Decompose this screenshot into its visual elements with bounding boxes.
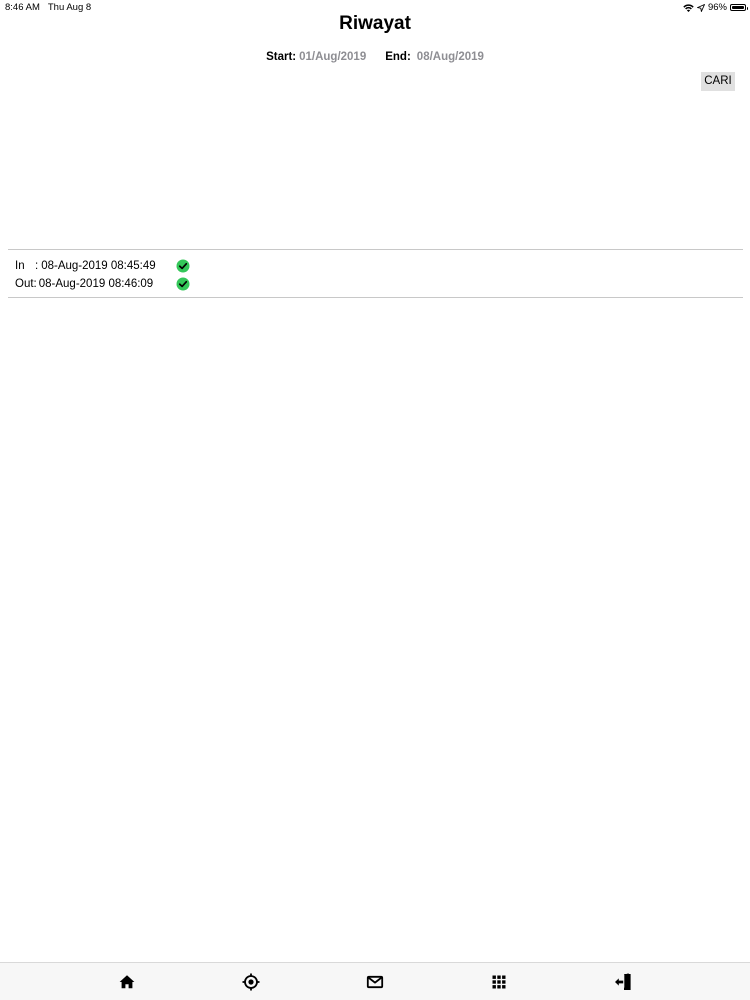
tab-home[interactable] bbox=[117, 972, 137, 992]
check-circle-icon bbox=[176, 259, 190, 273]
out-label: Out bbox=[15, 278, 34, 290]
logout-icon bbox=[615, 973, 631, 990]
status-time: 8:46 AM bbox=[5, 2, 40, 13]
location-arrow-icon bbox=[697, 3, 705, 12]
start-date-label: Start: bbox=[266, 51, 297, 63]
battery-fill bbox=[732, 6, 744, 9]
grid-menu-icon bbox=[492, 975, 506, 989]
page-title: Riwayat bbox=[339, 13, 411, 34]
start-date-field[interactable]: 01/Aug/2019 bbox=[299, 51, 366, 63]
tab-menu[interactable] bbox=[489, 972, 509, 992]
history-out-row: Out: 08-Aug-2019 08:46:09 bbox=[15, 277, 153, 291]
end-date-field[interactable]: 08/Aug/2019 bbox=[417, 51, 484, 63]
battery-icon bbox=[730, 4, 748, 11]
search-button[interactable]: CARI bbox=[701, 72, 735, 91]
start-date-group: Start: 01/Aug/2019 bbox=[266, 51, 366, 63]
tab-logout[interactable] bbox=[613, 972, 633, 992]
history-list: In:08-Aug-2019 08:45:49 Out: 08-Aug-2019 … bbox=[8, 249, 743, 298]
tab-location[interactable] bbox=[241, 972, 261, 992]
check-circle-icon bbox=[176, 277, 190, 291]
in-time: 08-Aug-2019 08:45:49 bbox=[41, 260, 156, 272]
tab-mail[interactable] bbox=[365, 972, 385, 992]
in-separator: : bbox=[35, 260, 39, 272]
end-date-group: End: 08/Aug/2019 bbox=[385, 51, 484, 63]
status-date: Thu Aug 8 bbox=[47, 2, 92, 13]
wifi-icon bbox=[683, 3, 694, 12]
out-time: 08-Aug-2019 08:46:09 bbox=[38, 278, 154, 290]
out-separator: : bbox=[33, 278, 37, 290]
history-in-row: In:08-Aug-2019 08:45:49 bbox=[15, 259, 156, 273]
tab-bar bbox=[0, 962, 750, 1000]
end-date-label: End: bbox=[385, 51, 411, 63]
location-target-icon bbox=[242, 973, 260, 991]
home-icon bbox=[119, 975, 135, 989]
mail-icon bbox=[366, 975, 384, 989]
date-range: Start: 01/Aug/2019 End: 08/Aug/2019 bbox=[0, 51, 750, 63]
in-label: In bbox=[15, 260, 25, 272]
